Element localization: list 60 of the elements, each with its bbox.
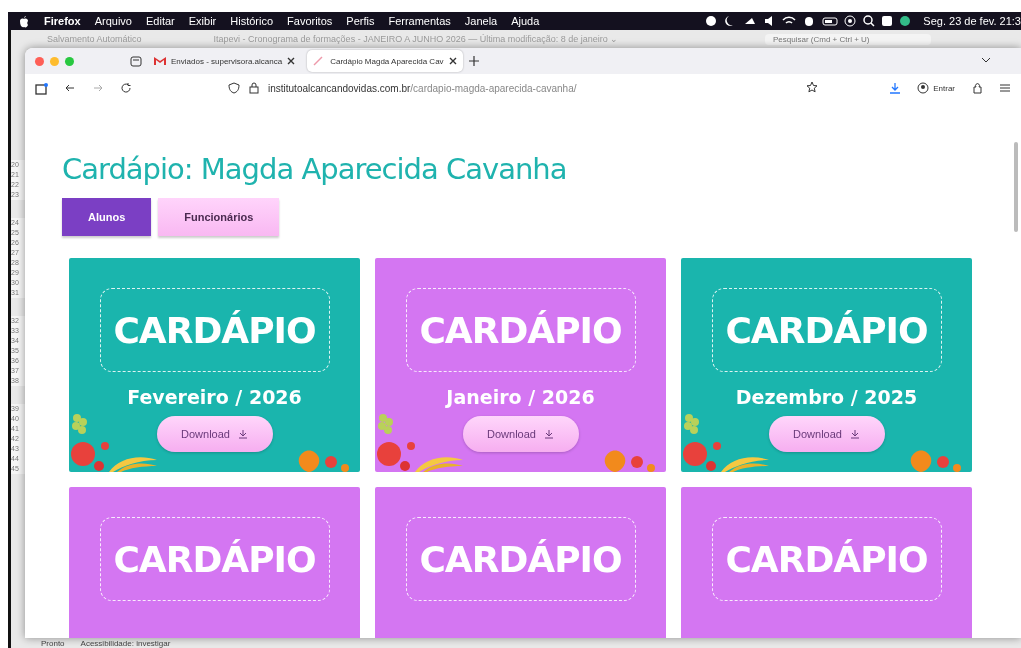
menu-item[interactable]: Arquivo <box>94 15 132 27</box>
card-title: CARDÁPIO <box>99 288 330 372</box>
reload-icon[interactable] <box>120 82 132 94</box>
search-field[interactable]: Pesquisar (Cmd + Ctrl + U) <box>765 33 931 45</box>
menu-icon[interactable] <box>999 82 1011 94</box>
menu-item[interactable]: Histórico <box>230 15 274 27</box>
card-month: Fevereiro / 2026 <box>127 386 302 408</box>
menu-card[interactable]: CARDÁPIO Janeiro / 2026 Download <box>375 258 666 472</box>
menu-item[interactable]: Ajuda <box>511 15 540 27</box>
filter-tab[interactable]: Alunos <box>62 198 152 236</box>
menu-item[interactable]: Editar <box>146 15 175 27</box>
apple-icon <box>18 14 30 28</box>
clock: Seg. 23 de fev. 21:3 <box>923 15 1021 27</box>
card-title: CARDÁPIO <box>405 288 636 372</box>
url-field[interactable]: institutoalcancandovidas.com.br/cardapio-magda-aparecida-cavanha/ <box>268 82 577 94</box>
card-title: CARDÁPIO <box>711 288 942 372</box>
download-icon <box>237 429 248 439</box>
scrollbar[interactable] <box>1014 142 1018 232</box>
extensions-icon[interactable] <box>971 82 983 94</box>
menu-item[interactable]: Janela <box>464 15 498 27</box>
sign-in-button[interactable]: Entrar <box>917 82 955 94</box>
status-text: Pronto <box>41 639 65 648</box>
download-button[interactable]: Download <box>156 416 273 452</box>
card-month: Dezembro / 2025 <box>735 386 918 408</box>
close-window-button[interactable] <box>35 56 44 66</box>
browser-tab[interactable]: Cardápio Magda Aparecida Cav <box>307 50 463 72</box>
status-text: Acessibilidade: investigar <box>80 639 171 648</box>
autosave-label: Salvamento Automático <box>47 34 142 44</box>
menu-card[interactable]: CARDÁPIO Dezembro / 2025 Download <box>681 258 972 472</box>
document-title: Itapevi - Cronograma de formações - JANEIRO A JUNHO 2026 — Última modificação: 8 de janeiro ⌄ <box>213 34 619 44</box>
tab-list-icon[interactable] <box>130 55 142 67</box>
menu-item[interactable]: Exibir <box>188 15 217 27</box>
close-icon[interactable] <box>447 56 458 66</box>
account-icon <box>917 82 930 94</box>
card-title: CARDÁPIO <box>711 517 942 601</box>
menu-item[interactable]: Firefox <box>44 15 81 27</box>
chevron-down-icon[interactable] <box>981 56 991 64</box>
lock-icon <box>248 82 260 94</box>
menu-item[interactable]: Perfis <box>346 15 375 27</box>
browser-tab[interactable]: Enviados - supervisora.alcanca <box>148 50 302 72</box>
card-title: CARDÁPIO <box>405 517 636 601</box>
download-button[interactable]: Download <box>462 416 579 452</box>
shield-icon <box>228 82 240 94</box>
sidebar-icon[interactable] <box>35 81 48 95</box>
mail-icon <box>153 55 167 67</box>
back-icon[interactable] <box>64 82 76 94</box>
download-icon <box>543 429 554 439</box>
new-tab-icon[interactable] <box>468 56 479 66</box>
download-button[interactable]: Download <box>768 416 885 452</box>
menu-item[interactable]: Ferramentas <box>388 15 451 27</box>
menu-card[interactable]: CARDÁPIO Fevereiro / 2026 Download <box>69 258 360 472</box>
star-icon[interactable] <box>806 81 818 93</box>
filter-tab[interactable]: Funcionários <box>158 198 280 236</box>
download-icon[interactable] <box>889 82 902 94</box>
card-title: CARDÁPIO <box>99 517 330 601</box>
menu-item[interactable]: Favoritos <box>287 15 333 27</box>
close-icon[interactable] <box>286 56 297 66</box>
download-icon <box>849 429 860 439</box>
card-month: Janeiro / 2026 <box>446 386 595 408</box>
page-heading: Cardápio: Magda Aparecida Cavanha <box>62 152 568 186</box>
